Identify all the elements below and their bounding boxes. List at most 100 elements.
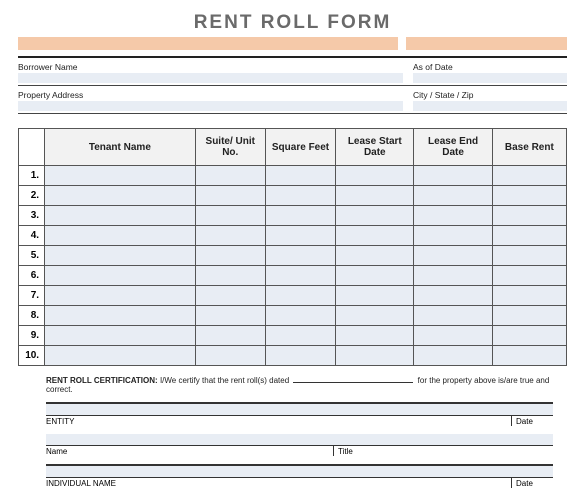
- borrower-field[interactable]: [18, 73, 403, 83]
- cell[interactable]: [195, 306, 265, 326]
- cell[interactable]: [414, 226, 492, 246]
- cell[interactable]: [492, 346, 566, 366]
- certification-block: RENT ROLL CERTIFICATION: I/We certify th…: [46, 376, 553, 488]
- header-end: Lease End Date: [414, 129, 492, 166]
- property-label: Property Address: [18, 90, 403, 100]
- cert-label: RENT ROLL CERTIFICATION:: [46, 376, 158, 385]
- cell[interactable]: [195, 286, 265, 306]
- cell[interactable]: [45, 346, 196, 366]
- cell[interactable]: [336, 326, 414, 346]
- cell[interactable]: [265, 306, 335, 326]
- table-row: 10.: [19, 346, 567, 366]
- cell[interactable]: [336, 206, 414, 226]
- cell[interactable]: [492, 166, 566, 186]
- cell[interactable]: [492, 306, 566, 326]
- citystate-field[interactable]: [413, 101, 567, 111]
- rule-top: [18, 56, 567, 58]
- cell[interactable]: [492, 246, 566, 266]
- cell[interactable]: [265, 326, 335, 346]
- cell[interactable]: [45, 266, 196, 286]
- accent-bar: [18, 37, 567, 50]
- cell[interactable]: [195, 206, 265, 226]
- asof-field[interactable]: [413, 73, 567, 83]
- cell[interactable]: [265, 186, 335, 206]
- cell[interactable]: [45, 206, 196, 226]
- name-fill[interactable]: [46, 434, 553, 445]
- cell[interactable]: [195, 166, 265, 186]
- table-header-row: Tenant Name Suite/ Unit No. Square Feet …: [19, 129, 567, 166]
- cell[interactable]: [45, 326, 196, 346]
- cell[interactable]: [336, 346, 414, 366]
- rule-2: [18, 113, 567, 114]
- cell[interactable]: [45, 246, 196, 266]
- row-number: 2.: [19, 186, 45, 206]
- cell[interactable]: [414, 166, 492, 186]
- cell[interactable]: [195, 346, 265, 366]
- cell[interactable]: [195, 266, 265, 286]
- cell[interactable]: [265, 206, 335, 226]
- header-start: Lease Start Date: [336, 129, 414, 166]
- entity-label: ENTITY: [46, 416, 74, 426]
- cell[interactable]: [45, 186, 196, 206]
- cert-date-blank[interactable]: [293, 376, 413, 383]
- header-num: [19, 129, 45, 166]
- cell[interactable]: [414, 286, 492, 306]
- cell[interactable]: [414, 306, 492, 326]
- cell[interactable]: [195, 246, 265, 266]
- individual-fill[interactable]: [46, 466, 553, 477]
- borrower-label: Borrower Name: [18, 62, 403, 72]
- cell[interactable]: [414, 266, 492, 286]
- cell[interactable]: [265, 266, 335, 286]
- cell[interactable]: [265, 286, 335, 306]
- table-row: 2.: [19, 186, 567, 206]
- cell[interactable]: [45, 306, 196, 326]
- cell[interactable]: [265, 226, 335, 246]
- cell[interactable]: [492, 326, 566, 346]
- certification-text: RENT ROLL CERTIFICATION: I/We certify th…: [46, 376, 553, 394]
- sig-title-label: Title: [333, 446, 553, 456]
- cell[interactable]: [336, 226, 414, 246]
- cell[interactable]: [336, 306, 414, 326]
- row-number: 1.: [19, 166, 45, 186]
- cell[interactable]: [492, 266, 566, 286]
- property-field[interactable]: [18, 101, 403, 111]
- individual-label: INDIVIDUAL NAME: [46, 478, 116, 488]
- table-row: 5.: [19, 246, 567, 266]
- cell[interactable]: [336, 166, 414, 186]
- individual-date-label: Date: [511, 478, 553, 488]
- cell[interactable]: [492, 206, 566, 226]
- table-row: 6.: [19, 266, 567, 286]
- cert-text-1: I/We certify that the rent roll(s) dated: [160, 376, 289, 385]
- cell[interactable]: [336, 246, 414, 266]
- cell[interactable]: [195, 186, 265, 206]
- cell[interactable]: [265, 246, 335, 266]
- cell[interactable]: [492, 286, 566, 306]
- row-number: 8.: [19, 306, 45, 326]
- row-number: 4.: [19, 226, 45, 246]
- table-row: 9.: [19, 326, 567, 346]
- cell[interactable]: [414, 246, 492, 266]
- cell[interactable]: [265, 166, 335, 186]
- cell[interactable]: [195, 226, 265, 246]
- cell[interactable]: [414, 326, 492, 346]
- cell[interactable]: [414, 186, 492, 206]
- cell[interactable]: [336, 266, 414, 286]
- cell[interactable]: [265, 346, 335, 366]
- cell[interactable]: [336, 286, 414, 306]
- cell[interactable]: [195, 326, 265, 346]
- row-number: 6.: [19, 266, 45, 286]
- cell[interactable]: [414, 206, 492, 226]
- entity-date-label: Date: [511, 416, 553, 426]
- cell[interactable]: [414, 346, 492, 366]
- cell[interactable]: [45, 286, 196, 306]
- cell[interactable]: [45, 166, 196, 186]
- row-number: 3.: [19, 206, 45, 226]
- entity-fill[interactable]: [46, 404, 553, 415]
- citystate-label: City / State / Zip: [413, 90, 567, 100]
- info-row-2: Property Address City / State / Zip: [18, 90, 567, 111]
- cell[interactable]: [336, 186, 414, 206]
- cell[interactable]: [45, 226, 196, 246]
- cell[interactable]: [492, 226, 566, 246]
- cell[interactable]: [492, 186, 566, 206]
- header-sqft: Square Feet: [265, 129, 335, 166]
